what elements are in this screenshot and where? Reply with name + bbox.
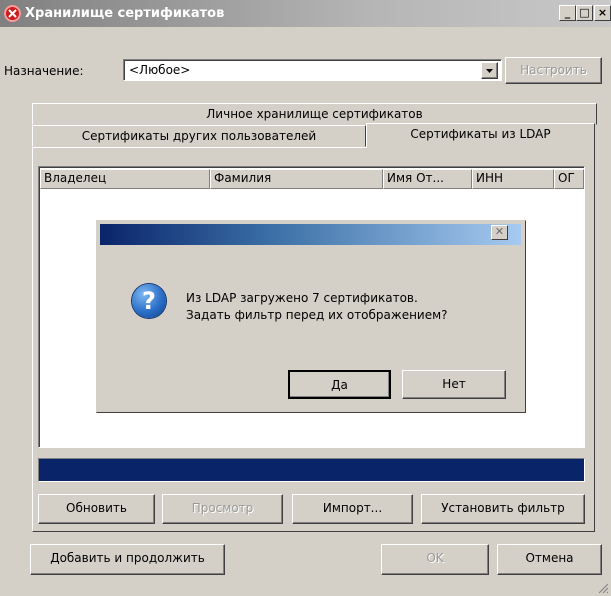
purpose-select-value: <Любое> (129, 63, 191, 77)
purpose-label: Назначение: (4, 64, 84, 78)
window-title: Хранилище сертификатов (25, 6, 225, 21)
yes-button[interactable]: Да (288, 370, 391, 399)
column-header-surname[interactable]: Фамилия (210, 169, 383, 189)
column-header-owner[interactable]: Владелец (40, 169, 210, 189)
tab-other-users-label: Сертификаты других пользователей (81, 129, 317, 143)
dialog-message-line-2: Задать фильтр перед их отображением? (186, 308, 448, 322)
no-button-label: Нет (442, 377, 466, 391)
tab-other-users-certificates[interactable]: Сертификаты других пользователей (32, 125, 366, 147)
ok-button-label: OK (426, 551, 444, 565)
view-button[interactable]: Просмотр (162, 494, 283, 524)
dialog-message: Из LDAP загружено 7 сертификатов. Задать… (186, 290, 448, 324)
tab-ldap-certificates[interactable]: Сертификаты из LDAP (366, 123, 595, 148)
add-and-continue-button[interactable]: Добавить и продолжить (30, 544, 225, 575)
dialog-title-bar[interactable] (100, 224, 521, 245)
close-button[interactable]: × (594, 5, 611, 21)
close-icon: × (597, 6, 608, 19)
resize-grip-icon[interactable] (597, 582, 609, 594)
configure-button-label: Настроить (520, 63, 587, 77)
view-button-label: Просмотр (191, 501, 254, 515)
configure-button[interactable]: Настроить (505, 57, 602, 84)
minimize-icon: _ (564, 6, 571, 19)
refresh-button-label: Обновить (66, 501, 127, 515)
dialog-message-line-1: Из LDAP загружено 7 сертификатов. (186, 291, 418, 305)
add-and-continue-label: Добавить и продолжить (50, 551, 205, 565)
crypto-pro-logo-icon (4, 5, 21, 22)
minimize-button[interactable]: _ (559, 5, 576, 21)
yes-button-label: Да (331, 378, 348, 392)
maximize-icon: □ (579, 6, 590, 19)
cancel-button[interactable]: Отмена (497, 544, 602, 575)
column-header-name-patronymic[interactable]: Имя От... (383, 169, 472, 189)
set-filter-button[interactable]: Установить фильтр (421, 494, 585, 524)
question-icon: ? (132, 284, 166, 318)
import-button-label: Импорт... (322, 501, 383, 515)
ok-button[interactable]: OK (381, 544, 489, 575)
purpose-select[interactable]: <Любое> (123, 59, 502, 81)
title-bar[interactable]: Хранилище сертификатов _ □ × (0, 0, 611, 27)
progress-bar (38, 458, 585, 482)
column-header-inn[interactable]: ИНН (472, 169, 554, 189)
tab-personal-store[interactable]: Личное хранилище сертификатов (32, 103, 597, 125)
dialog-close-button[interactable]: ✕ (491, 225, 508, 240)
maximize-button[interactable]: □ (576, 5, 593, 21)
certificate-store-window: Хранилище сертификатов _ □ × Назначение:… (0, 0, 611, 596)
chevron-down-icon (486, 69, 493, 73)
no-button[interactable]: Нет (402, 370, 506, 399)
purpose-dropdown-button[interactable] (481, 62, 498, 79)
set-filter-button-label: Установить фильтр (441, 501, 565, 515)
tab-personal-store-label: Личное хранилище сертификатов (206, 107, 423, 121)
refresh-button[interactable]: Обновить (38, 494, 155, 524)
cancel-button-label: Отмена (525, 551, 574, 565)
ldap-filter-dialog: ✕ ? Из LDAP загружено 7 сертификатов. За… (96, 220, 526, 413)
close-icon: ✕ (494, 225, 505, 238)
import-button[interactable]: Импорт... (292, 494, 413, 524)
column-header-ogrn[interactable]: ОГ (554, 169, 584, 189)
tab-ldap-label: Сертификаты из LDAP (410, 127, 551, 141)
